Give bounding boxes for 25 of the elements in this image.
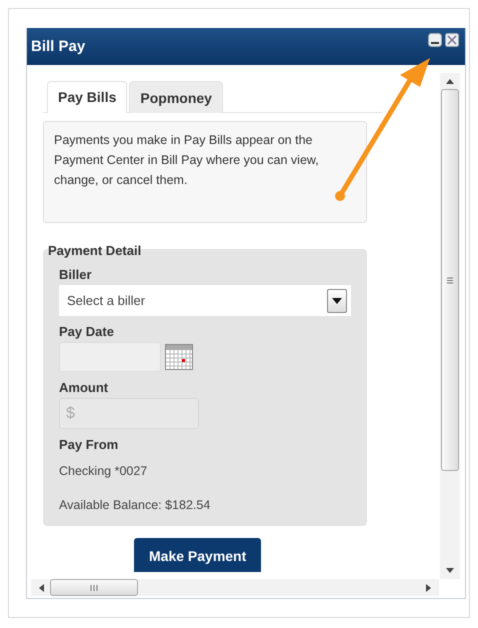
account-text: Checking *0027 [59,464,148,478]
account-text: Available Balance: $182.54 [59,498,212,512]
make-payment-button[interactable]: Make Payment [134,538,262,572]
section-title: Payment Detail [48,243,142,259]
calendar-icon[interactable] [165,344,193,370]
vertical-scrollbar[interactable] [440,73,460,579]
field-label: Amount [59,380,110,395]
field-label: Pay From [59,437,120,452]
field-label: Biller [59,267,93,282]
tab[interactable]: Pay Bills [47,81,128,113]
close-button[interactable] [445,33,459,47]
scroll-up-icon[interactable] [446,79,454,84]
grip-icon [90,584,98,590]
grip-icon [447,276,453,284]
scroll-down-icon[interactable] [446,568,454,573]
window-title: Bill Pay [31,38,86,55]
info-message: Payments you make in Pay Bills appear on the Payment Center in Bill Pay where you can view, change, or cancel them. [43,121,367,223]
scroll-left-icon[interactable] [39,584,44,592]
biller-dropdown[interactable]: Select a biller [59,285,351,316]
scroll-right-icon[interactable] [426,584,431,592]
amount-field[interactable]: $ [59,398,199,429]
minimize-button[interactable] [428,33,442,47]
tab[interactable]: Popmoney [129,81,223,113]
field-label: Pay Date [59,324,115,339]
horizontal-scrollbar[interactable] [31,579,439,596]
